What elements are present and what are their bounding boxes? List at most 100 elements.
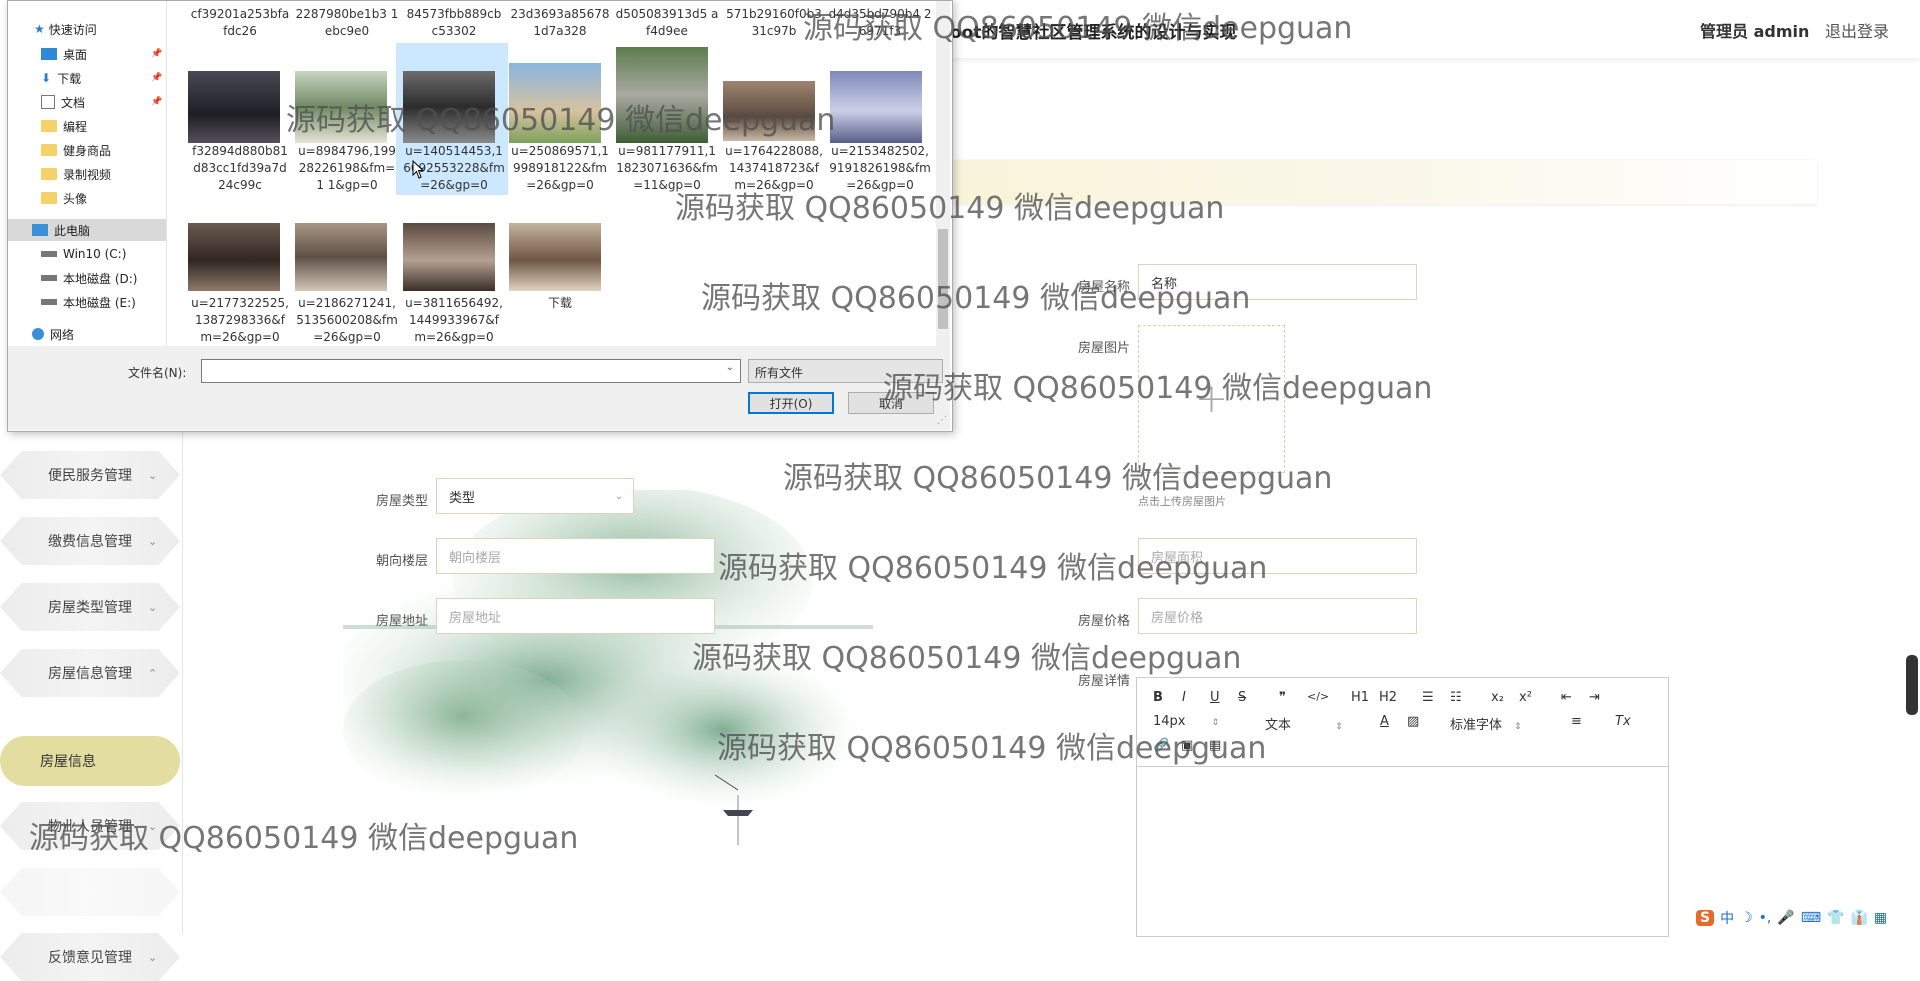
nav-this-pc[interactable]: 此电脑	[8, 219, 166, 241]
image-thumbnail[interactable]	[295, 71, 387, 143]
nav-drive-e[interactable]: 本地磁盘 (E:)	[8, 291, 166, 313]
nav-downloads[interactable]: ⬇ 下载 📌	[8, 67, 166, 89]
file-type-select[interactable]: 所有文件	[748, 359, 943, 383]
nav-folder-avatar[interactable]: 头像	[8, 187, 166, 209]
cancel-button[interactable]: 取消	[848, 392, 934, 414]
page-scroll-handle[interactable]	[1906, 655, 1918, 715]
ime-toolbar[interactable]: S 中 ☽ •, 🎤 ⌨ 👕 👔 ▦	[1696, 908, 1887, 928]
h1-button[interactable]: H1	[1351, 690, 1369, 705]
nav-folder-videos[interactable]: 录制视频	[8, 163, 166, 185]
nav-folder-programming[interactable]: 编程	[8, 115, 166, 137]
font-family-select[interactable]: 标准字体 ⇕	[1450, 714, 1522, 733]
nav-drive-d[interactable]: 本地磁盘 (D:)	[8, 267, 166, 289]
header-select[interactable]: 文本 ⇕	[1265, 714, 1343, 733]
subscript-button[interactable]: x₂	[1491, 690, 1504, 705]
quote-icon[interactable]: ❞	[1279, 690, 1286, 705]
clear-format-button[interactable]: Tx	[1615, 714, 1631, 729]
image-thumbnail[interactable]	[188, 71, 280, 143]
link-icon[interactable]: 🔗	[1153, 738, 1169, 753]
sidebar-subitem-house[interactable]: 房屋信息	[0, 736, 180, 786]
image-thumbnail[interactable]	[509, 63, 601, 143]
indent-icon[interactable]: ⇥	[1589, 690, 1600, 705]
h2-button[interactable]: H2	[1379, 690, 1397, 705]
apparel-icon[interactable]: 👔	[1850, 910, 1867, 926]
sogou-logo-icon[interactable]: S	[1696, 910, 1715, 926]
file-caption[interactable]: u=8984796,199 28226198&fm=1 1&gp=0	[295, 143, 399, 194]
file-caption[interactable]: u=250869571,1 998918122&fm =26&gp=0	[508, 143, 612, 194]
file-caption[interactable]: d505083913d5 af4d9ee	[615, 6, 719, 40]
microphone-icon[interactable]: 🎤	[1777, 910, 1794, 926]
image-icon[interactable]: ▣	[1181, 738, 1193, 753]
open-button[interactable]: 打开(O)	[748, 392, 834, 414]
file-caption[interactable]: 2287980be1b3 1ebc9e0	[295, 6, 399, 40]
image-thumbnail[interactable]	[830, 71, 922, 143]
sidebar-item-hidden[interactable]	[0, 868, 180, 916]
nav-desktop[interactable]: 桌面 📌	[8, 43, 166, 65]
file-caption[interactable]: d4d35bd790b4 26971f3	[828, 6, 932, 40]
image-thumbnail[interactable]	[295, 223, 387, 291]
nav-drive-c[interactable]: Win10 (C:)	[8, 243, 166, 265]
file-caption[interactable]: 571b29160f0b3 31c97b	[722, 6, 826, 40]
skin-icon[interactable]: 👕	[1827, 910, 1844, 926]
background-color-icon[interactable]: ▨	[1407, 714, 1419, 729]
bold-button[interactable]: B	[1153, 690, 1163, 705]
code-icon[interactable]: </>	[1307, 690, 1329, 703]
address-input[interactable]: 房屋地址	[436, 598, 715, 634]
house-name-input[interactable]: 名称	[1138, 264, 1417, 300]
nav-documents[interactable]: 文档 📌	[8, 91, 166, 113]
chevron-down-icon[interactable]: ⌄	[726, 362, 734, 373]
file-caption[interactable]: u=3811656492, 1449933967&f m=26&gp=0	[402, 295, 506, 346]
moon-icon[interactable]: ☽	[1740, 910, 1753, 926]
align-icon[interactable]: ≡	[1571, 714, 1582, 729]
video-icon[interactable]: ▤	[1209, 738, 1221, 753]
file-caption[interactable]: 84573fbb889cb c53302	[402, 6, 506, 40]
resize-grip-icon[interactable]: ⋰	[937, 415, 947, 426]
ordered-list-icon[interactable]: ☰	[1422, 690, 1434, 705]
sidebar-item-property-staff[interactable]: 物业人员管理 ⌄	[0, 802, 180, 850]
file-caption[interactable]: f32894d880b81 d83cc1fd39a7d 24c99c	[188, 143, 292, 194]
sidebar-item-house-info[interactable]: 房屋信息管理 ⌃	[0, 649, 180, 697]
underline-button[interactable]: U	[1210, 690, 1220, 705]
sidebar-item-payment[interactable]: 缴费信息管理 ⌄	[0, 517, 180, 565]
italic-button[interactable]: I	[1182, 690, 1186, 705]
punctuation-icon[interactable]: •,	[1759, 910, 1772, 926]
filename-input[interactable]: ⌄	[201, 359, 741, 383]
house-type-select[interactable]: 类型 ⌄	[436, 478, 634, 514]
file-caption[interactable]: u=981177911,1 1823071636&fm =11&gp=0	[615, 143, 719, 194]
sidebar-item-feedback[interactable]: 反馈意见管理 ⌄	[0, 933, 180, 981]
area-input[interactable]: 房屋面积	[1138, 538, 1417, 574]
file-caption[interactable]: 23d3693a85678 1d7a328	[508, 6, 612, 40]
nav-network[interactable]: 网络	[8, 323, 166, 345]
image-thumbnail[interactable]	[403, 71, 495, 143]
file-caption[interactable]: 下载	[508, 295, 612, 312]
outdent-icon[interactable]: ⇤	[1561, 690, 1572, 705]
nav-folder-fitness[interactable]: 健身商品	[8, 139, 166, 161]
grid-icon[interactable]: ▦	[1874, 910, 1887, 926]
logout-link[interactable]: 退出登录	[1825, 18, 1889, 42]
rich-text-editor[interactable]: B I U S ❞ </> H1 H2 ☰ ☷ x₂ x² ⇤ ⇥ 14px ⇕…	[1136, 677, 1669, 937]
scrollbar-thumb[interactable]	[938, 229, 948, 329]
file-caption[interactable]: u=2177322525, 1387298336&f m=26&gp=0	[188, 295, 292, 346]
nav-quick-access[interactable]: ★ 快速访问	[8, 18, 166, 40]
sidebar-item-house-type[interactable]: 房屋类型管理 ⌄	[0, 583, 180, 631]
sidebar-item-convenience[interactable]: 便民服务管理 ⌄	[0, 451, 180, 499]
bullet-list-icon[interactable]: ☷	[1450, 690, 1462, 705]
font-size-select[interactable]: 14px ⇕	[1153, 714, 1219, 729]
keyboard-icon[interactable]: ⌨	[1801, 910, 1821, 926]
file-caption[interactable]: u=2186271241, 5135600208&fm =26&gp=0	[295, 295, 399, 346]
superscript-button[interactable]: x²	[1519, 690, 1532, 705]
image-thumbnail[interactable]	[403, 223, 495, 291]
image-upload-box[interactable]: +	[1138, 325, 1285, 473]
text-color-button[interactable]: A	[1380, 714, 1389, 729]
image-thumbnail[interactable]	[509, 223, 601, 291]
file-list-scrollbar[interactable]	[936, 1, 950, 346]
file-caption[interactable]: u=2153482502, 9191826198&fm =26&gp=0	[828, 143, 932, 194]
image-thumbnail[interactable]	[188, 223, 280, 291]
file-caption[interactable]: cf39201a253bfa fdc26	[188, 6, 292, 40]
floor-input[interactable]: 朝向楼层	[436, 538, 715, 574]
strike-button[interactable]: S	[1238, 690, 1246, 705]
image-thumbnail[interactable]	[616, 47, 708, 143]
price-input[interactable]: 房屋价格	[1138, 598, 1417, 634]
image-thumbnail[interactable]	[723, 81, 815, 141]
file-caption[interactable]: u=1764228088, 1437418723&f m=26&gp=0	[722, 143, 826, 194]
